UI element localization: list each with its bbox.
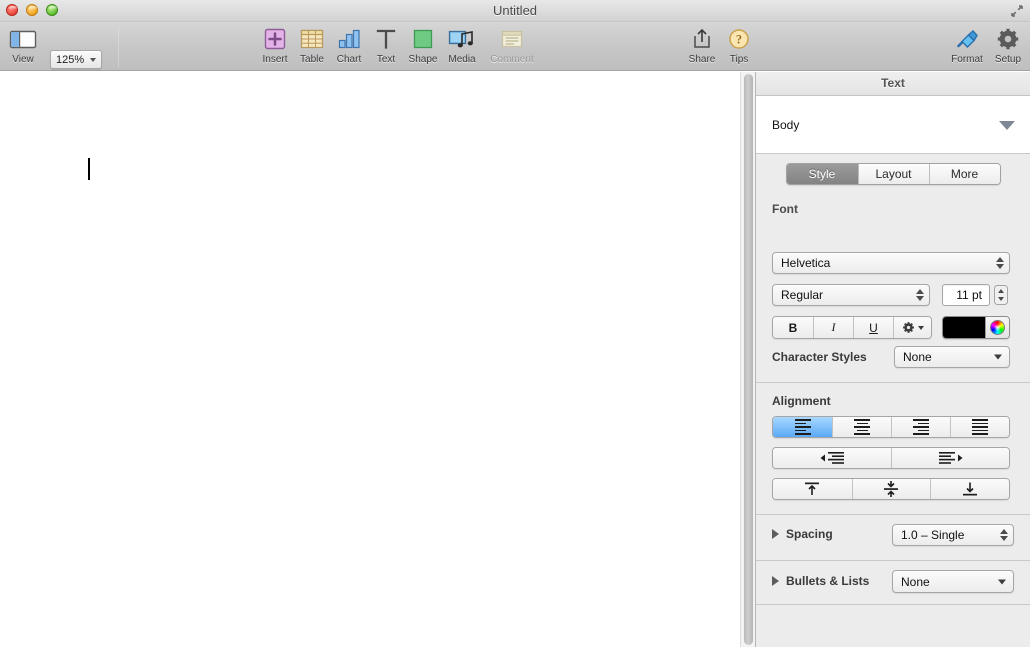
toolbar-label-comment: Comment	[490, 54, 534, 65]
increase-indent-button[interactable]	[891, 448, 1009, 468]
align-bottom-icon	[963, 482, 978, 496]
main-toolbar: View 125% Zoom Insert	[0, 22, 1030, 83]
section-divider-1	[756, 382, 1030, 383]
increase-indent-icon	[938, 452, 962, 464]
toolbar-label-setup: Setup	[994, 54, 1022, 65]
chevron-down-icon	[994, 354, 1002, 360]
font-style-button-group: B I U	[772, 316, 932, 339]
bullets-value: None	[901, 574, 930, 589]
tab-more[interactable]: More	[928, 164, 1000, 184]
view-sidebar-icon	[0, 25, 49, 53]
horizontal-alignment-group	[772, 416, 1010, 438]
align-right-icon	[913, 419, 929, 435]
chevron-down-icon	[998, 579, 1006, 584]
font-size-field[interactable]: 11 pt	[942, 284, 990, 306]
vertical-alignment-group	[772, 478, 1010, 500]
color-wheel-icon	[990, 320, 1005, 335]
bullets-label: Bullets & Lists	[786, 574, 870, 588]
text-cursor	[88, 158, 90, 180]
font-typeface-value: Regular	[781, 288, 824, 302]
vertical-scrollbar[interactable]	[740, 72, 755, 647]
section-divider-4	[756, 604, 1030, 605]
bold-button[interactable]: B	[773, 317, 813, 338]
align-justify-icon	[972, 419, 988, 435]
font-typeface-popup[interactable]: Regular	[772, 284, 930, 306]
paragraph-style-value: Body	[772, 117, 800, 132]
align-middle-icon	[884, 481, 899, 497]
document-canvas[interactable]	[0, 72, 752, 647]
photo-music-icon	[436, 25, 488, 53]
font-family-stepper-icon	[996, 257, 1004, 269]
font-typeface-stepper-icon	[916, 289, 924, 301]
toolbar-button-media[interactable]: Media	[436, 25, 488, 65]
align-center-icon	[854, 419, 870, 435]
align-left-button[interactable]	[773, 417, 832, 437]
toolbar-label-media: Media	[448, 54, 476, 65]
gear-icon	[902, 322, 914, 333]
font-section-label: Font	[772, 202, 798, 216]
bullets-popup[interactable]: None	[892, 570, 1014, 593]
toolbar-button-view[interactable]: View	[0, 25, 49, 65]
align-right-button[interactable]	[891, 417, 950, 437]
indent-button-group	[772, 447, 1010, 469]
inspector-tabs: Style Layout More	[756, 154, 1030, 194]
character-styles-popup[interactable]: None	[894, 346, 1010, 368]
chevron-down-icon	[917, 325, 924, 330]
gear-icon	[982, 25, 1030, 53]
toolbar-divider-1	[118, 27, 119, 67]
tab-layout[interactable]: Layout	[857, 164, 929, 184]
character-styles-label: Character Styles	[772, 350, 867, 364]
section-divider-2	[756, 514, 1030, 515]
tab-style[interactable]: Style	[786, 164, 858, 184]
align-center-button[interactable]	[832, 417, 891, 437]
font-size-value: 11 pt	[956, 288, 982, 302]
align-left-icon	[794, 419, 811, 435]
font-advanced-options-button[interactable]	[893, 317, 931, 338]
sticky-note-icon	[486, 25, 538, 53]
align-justify-button[interactable]	[950, 417, 1009, 437]
expand-arrows-icon[interactable]	[1010, 4, 1024, 18]
font-size-stepper[interactable]	[994, 285, 1008, 310]
align-top-button[interactable]	[773, 479, 852, 499]
text-color-well[interactable]	[942, 316, 1010, 339]
decrease-indent-button[interactable]	[773, 448, 891, 468]
paragraph-style-button[interactable]: Body	[756, 96, 1030, 154]
toolbar-label-view: View	[12, 54, 34, 65]
keynote-pages-window: Untitled View 125% Zo	[0, 0, 1030, 647]
scrollbar-thumb[interactable]	[744, 74, 753, 645]
toolbar-button-tips[interactable]: ? Tips	[713, 25, 765, 65]
spacing-value: 1.0 – Single	[901, 528, 965, 542]
format-inspector-panel: Text Body Style Layout More Font Helveti…	[756, 72, 1030, 647]
inspector-title: Text	[756, 72, 1030, 96]
svg-text:?: ?	[736, 33, 742, 47]
alignment-section-label: Alignment	[772, 394, 831, 408]
spacing-stepper-icon	[1000, 529, 1008, 541]
toolbar-button-comment[interactable]: Comment	[486, 25, 538, 65]
tab-group: Style Layout More	[785, 163, 1001, 185]
italic-button[interactable]: I	[813, 317, 853, 338]
character-styles-value: None	[903, 350, 932, 364]
window-title: Untitled	[492, 3, 538, 18]
section-divider-3	[756, 560, 1030, 561]
spacing-disclosure-triangle[interactable]	[772, 529, 779, 539]
toolbar-label-tips: Tips	[729, 54, 749, 65]
align-middle-button[interactable]	[851, 479, 931, 499]
font-family-value: Helvetica	[781, 256, 831, 270]
text-color-swatch[interactable]	[943, 317, 985, 338]
disclosure-triangle-icon	[999, 121, 1015, 130]
window-title-bar: Untitled	[0, 0, 1030, 22]
decrease-indent-icon	[820, 452, 844, 464]
underline-button[interactable]: U	[853, 317, 893, 338]
font-family-popup[interactable]: Helvetica	[772, 252, 1010, 274]
align-bottom-button[interactable]	[930, 479, 1009, 499]
color-wheel-button[interactable]	[985, 317, 1009, 338]
spacing-label: Spacing	[786, 527, 833, 541]
bullets-disclosure-triangle[interactable]	[772, 576, 779, 586]
toolbar-button-setup[interactable]: Setup	[982, 25, 1030, 65]
align-top-icon	[805, 482, 820, 495]
question-circle-icon: ?	[713, 25, 765, 53]
spacing-popup[interactable]: 1.0 – Single	[892, 524, 1014, 546]
